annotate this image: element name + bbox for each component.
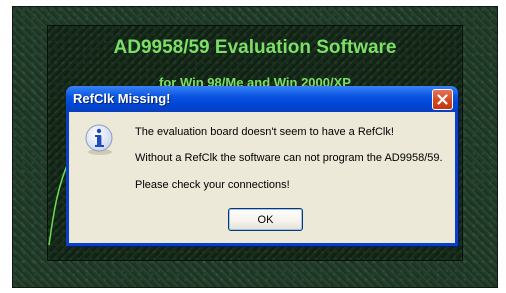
message-line-3: Please check your connections! — [135, 179, 290, 191]
close-button[interactable] — [432, 89, 453, 110]
close-icon — [437, 94, 448, 105]
dialog-body: The evaluation board doesn't seem to hav… — [69, 112, 455, 243]
ok-button[interactable]: OK — [228, 208, 303, 231]
splash-title: AD9958/59 Evaluation Software — [113, 37, 397, 58]
refclk-dialog: RefClk Missing! The evaluation board doe… — [66, 86, 458, 246]
message-line-1: The evaluation board doesn't seem to hav… — [135, 126, 394, 138]
info-icon — [85, 124, 113, 155]
message-line-2: Without a RefClk the software can not pr… — [135, 152, 443, 164]
dialog-title: RefClk Missing! — [73, 91, 171, 106]
dialog-titlebar[interactable]: RefClk Missing! — [66, 86, 458, 112]
